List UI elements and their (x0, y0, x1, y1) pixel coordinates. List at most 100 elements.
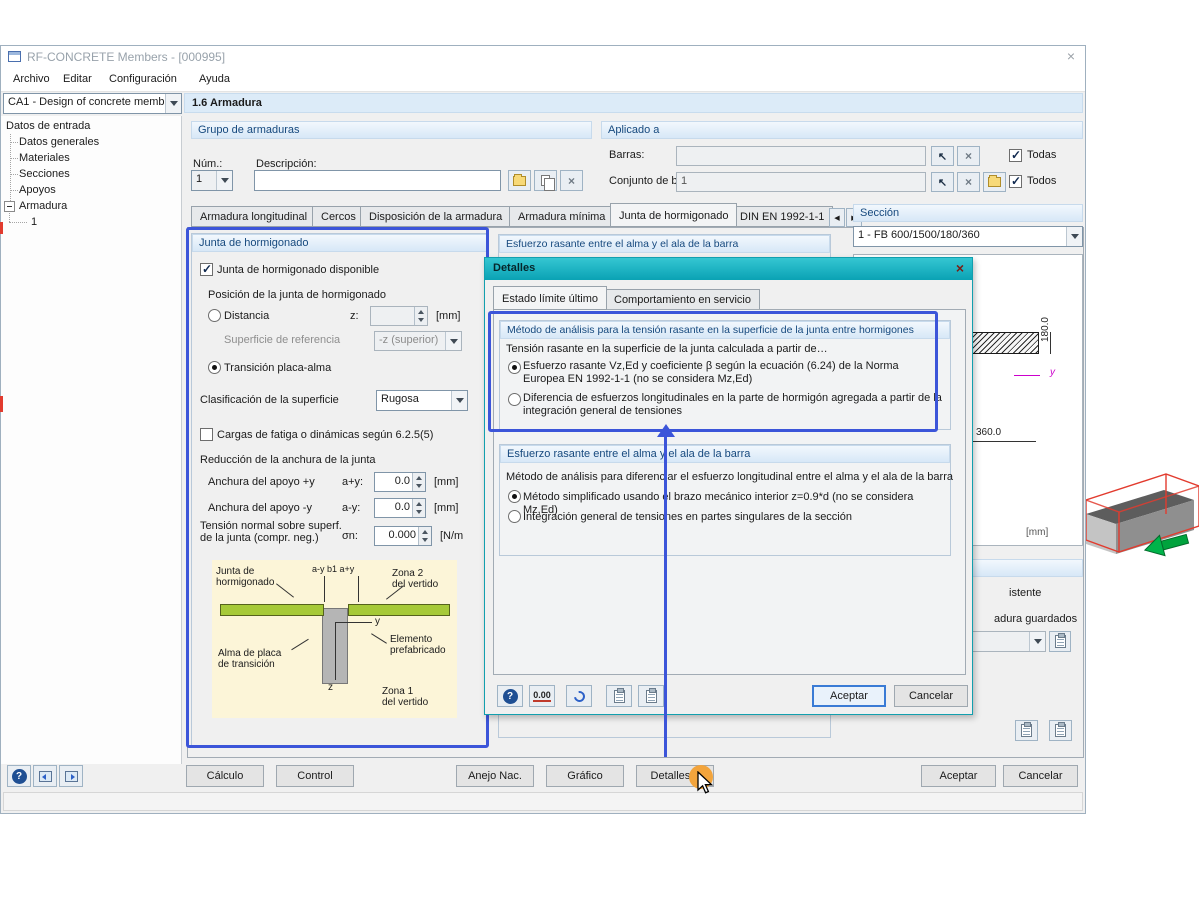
annotation-arrow-line (664, 436, 667, 757)
conjunto-pick-button[interactable]: ↖ (931, 172, 954, 192)
label-fragment-existente: istente (1009, 587, 1042, 599)
saved-sets-import-button[interactable] (1049, 631, 1071, 652)
new-group-button[interactable] (508, 170, 531, 191)
barras-pick-button[interactable]: ↖ (931, 146, 954, 166)
window-title: RF-CONCRETE Members - [000995] (27, 50, 226, 64)
copy-group-button[interactable] (534, 170, 557, 191)
tab-disposicion[interactable]: Disposición de la armadura (360, 206, 512, 227)
tab-cercos[interactable]: Cercos (312, 206, 365, 227)
3d-model-viewport (1086, 473, 1199, 557)
control-button[interactable]: Control (276, 765, 354, 787)
dialog-titlebar[interactable]: Detalles × (485, 258, 972, 280)
help-icon: ? (11, 768, 27, 784)
dialog-import-button[interactable] (606, 685, 632, 707)
dialog-export-button[interactable] (638, 685, 664, 707)
tab-din-en[interactable]: DIN EN 1992-1-1 (731, 206, 834, 227)
g2-radio-integracion[interactable] (508, 510, 521, 523)
tab-scroll-left-button[interactable]: ◀ (829, 208, 845, 227)
seccion-combo[interactable]: 1 - FB 600/1500/180/360 (853, 226, 1083, 247)
tree-guide-line (10, 134, 11, 207)
chevron-down-icon[interactable] (216, 171, 232, 190)
folder-icon (988, 175, 1001, 187)
right-import-button[interactable] (1015, 720, 1038, 741)
delete-group-button[interactable]: × (560, 170, 583, 191)
titlebar: RF-CONCRETE Members - [000995] × (1, 46, 1085, 68)
descripcion-input[interactable] (254, 170, 501, 191)
dialog-units-button[interactable]: 0.00 (529, 685, 555, 707)
todas-label: Todas (1027, 149, 1057, 161)
undo-arc-icon (571, 688, 587, 704)
tree-tick (10, 158, 18, 159)
conjunto-clear-button[interactable]: × (957, 172, 980, 192)
dialog-close-button[interactable]: × (956, 260, 964, 276)
tree-item-apoyos[interactable]: Apoyos (19, 184, 56, 196)
menu-ayuda[interactable]: Ayuda (199, 73, 230, 85)
tree-tick (10, 190, 18, 191)
num-combo[interactable]: 1 (191, 170, 233, 191)
dialog-group-2: Esfuerzo rasante entre el alma y el ala … (499, 444, 953, 556)
status-bar (3, 792, 1083, 811)
dialog-aceptar-button[interactable]: Aceptar (812, 685, 886, 707)
dialog-group-2-intro: Método de análisis para diferenciar el e… (506, 471, 953, 483)
tree-item-armadura[interactable]: Armadura (19, 200, 67, 212)
design-case-selector[interactable]: CA1 - Design of concrete memb (3, 93, 182, 114)
esfuerzo-panel-header: Esfuerzo rasante entre el alma y el ala … (499, 235, 830, 253)
dialog-tab-estado-limite[interactable]: Estado límite último (493, 286, 607, 310)
dialog-help-button[interactable]: ? (497, 685, 523, 707)
conjunto-value: 1 (681, 175, 688, 187)
grafico-button[interactable]: Gráfico (546, 765, 624, 787)
tree-item-armadura-1[interactable]: 1 (31, 216, 37, 228)
chevron-down-icon[interactable] (1029, 632, 1045, 651)
menu-configuracion[interactable]: Configuración (109, 73, 177, 85)
chevron-down-icon[interactable] (165, 94, 181, 113)
aceptar-button[interactable]: Aceptar (921, 765, 996, 787)
barras-input[interactable] (676, 146, 926, 166)
help-icon: ? (502, 688, 518, 704)
dialog-group-2-title: Esfuerzo rasante entre el alma y el ala … (500, 445, 950, 463)
anejo-nac-button[interactable]: Anejo Nac. (456, 765, 534, 787)
tab-armadura-longitudinal[interactable]: Armadura longitudinal (191, 206, 317, 227)
tree-item-secciones[interactable]: Secciones (19, 168, 70, 180)
pick-arrow-icon: ↖ (937, 150, 948, 163)
tree-root-datos-entrada[interactable]: Datos de entrada (6, 120, 90, 132)
menubar: Archivo Editar Configuración Ayuda (1, 68, 1085, 92)
menu-editar[interactable]: Editar (63, 73, 92, 85)
desktop: { "icons": { "close": "×", "delete": "×"… (0, 0, 1199, 900)
dim-180: 180.0 (1040, 317, 1051, 343)
delete-icon: × (964, 149, 972, 163)
panel-toggle-left-button[interactable] (33, 765, 57, 787)
tree-collapse-icon[interactable] (4, 201, 15, 212)
axis-y-label: y (1050, 367, 1055, 378)
todos-checkbox[interactable] (1009, 174, 1022, 188)
tree-item-materiales[interactable]: Materiales (19, 152, 70, 164)
dialog-cancelar-button[interactable]: Cancelar (894, 685, 968, 707)
chevron-down-icon[interactable] (1066, 227, 1082, 246)
dim-360: 360.0 (976, 427, 1002, 438)
panel-right-icon (64, 770, 78, 782)
clipboard-icon (1054, 633, 1066, 648)
grupo-armaduras-header: Grupo de armaduras (191, 121, 592, 139)
tab-junta-hormigonado[interactable]: Junta de hormigonado (610, 203, 738, 227)
seccion-header: Sección (853, 204, 1083, 222)
dialog-tab-comportamiento[interactable]: Comportamiento en servicio (605, 289, 760, 310)
barras-clear-button[interactable]: × (957, 146, 980, 166)
pick-arrow-icon: ↖ (937, 176, 948, 189)
calculo-button[interactable]: Cálculo (186, 765, 264, 787)
clipboard-icon (1021, 722, 1032, 737)
todas-checkbox[interactable] (1009, 148, 1022, 162)
right-export-button[interactable] (1049, 720, 1072, 741)
window-close-button[interactable]: × (1067, 48, 1075, 64)
conjunto-new-button[interactable] (983, 172, 1006, 192)
tree-item-datos-generales[interactable]: Datos generales (19, 136, 99, 148)
tree-tick (9, 222, 27, 223)
g2-radio-simplificado[interactable] (508, 490, 521, 503)
cancelar-button[interactable]: Cancelar (1003, 765, 1078, 787)
menu-archivo[interactable]: Archivo (13, 73, 50, 85)
help-button[interactable]: ? (7, 765, 31, 787)
panel-toggle-right-button[interactable] (59, 765, 83, 787)
number-format-icon: 0.00 (533, 690, 551, 702)
page-title: 1.6 Armadura (184, 93, 1083, 113)
dialog-default-button[interactable] (566, 685, 592, 707)
conjunto-input[interactable]: 1 (676, 172, 926, 192)
tab-armadura-minima[interactable]: Armadura mínima (509, 206, 615, 227)
